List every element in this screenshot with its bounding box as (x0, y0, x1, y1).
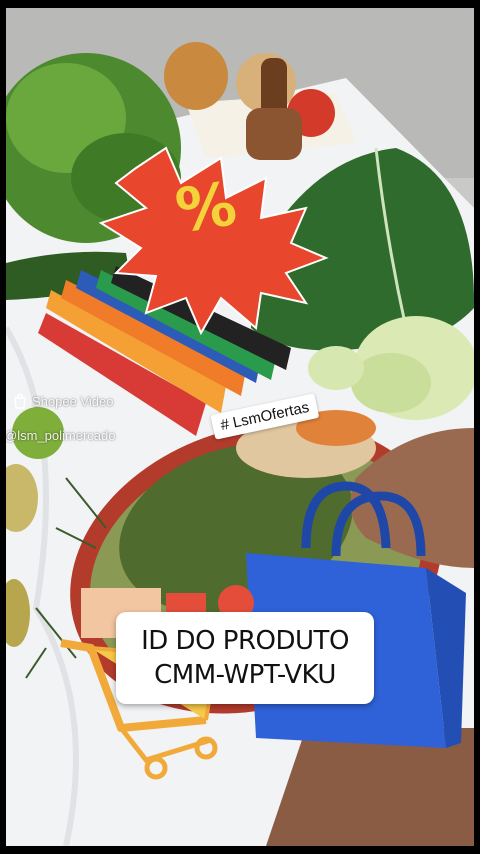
percent-symbol: % (171, 169, 241, 247)
platform-watermark: Shopee Video (12, 393, 113, 409)
username-watermark[interactable]: @lsm_polimercado (6, 428, 115, 443)
product-id-code[interactable]: CMM-WPT-VKU (154, 658, 336, 692)
shopee-bag-icon (14, 393, 26, 409)
platform-name: Shopee Video (32, 393, 114, 409)
onion (164, 42, 228, 110)
product-id-card: ID DO PRODUTO CMM-WPT-VKU (116, 612, 374, 704)
product-id-label: ID DO PRODUTO (141, 626, 349, 656)
video-frame[interactable]: % Shopee Video @lsm_polimercado # LsmOfe… (6, 8, 474, 846)
